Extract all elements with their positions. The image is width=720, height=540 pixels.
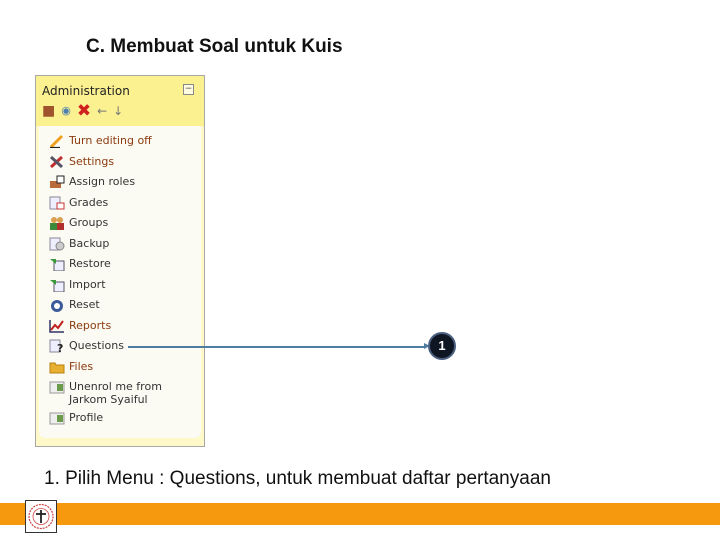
questions-icon: ? bbox=[49, 339, 65, 355]
administration-header: Administration − ■ ◉ ✖ ← ↓ bbox=[36, 76, 204, 126]
menu-item-files[interactable]: Files bbox=[39, 360, 201, 381]
menu-item-reports[interactable]: Reports bbox=[39, 319, 201, 340]
callout-number-badge: 1 bbox=[428, 332, 456, 360]
folder-icon bbox=[49, 360, 65, 374]
menu-item-import[interactable]: Import bbox=[39, 278, 201, 299]
groups-icon bbox=[49, 216, 65, 230]
menu-item-questions[interactable]: ? Questions bbox=[39, 339, 201, 360]
collapse-button[interactable]: − bbox=[183, 84, 194, 95]
eye-icon[interactable]: ◉ bbox=[61, 104, 71, 118]
slide-title: C. Membuat Soal untuk Kuis bbox=[86, 36, 343, 57]
assign-roles-icon[interactable]: ■ bbox=[42, 104, 55, 118]
administration-menu: Turn editing off Settings Assign roles G… bbox=[39, 126, 201, 438]
menu-item-assign-roles[interactable]: Assign roles bbox=[39, 175, 201, 196]
tools-icon bbox=[49, 155, 65, 169]
assign-roles-icon bbox=[49, 175, 65, 189]
callout-connector-line bbox=[128, 343, 430, 349]
menu-item-unenrol[interactable]: Unenrol me from Jarkom Syaiful bbox=[39, 380, 201, 411]
institution-logo bbox=[25, 500, 57, 533]
block-controls: ■ ◉ ✖ ← ↓ bbox=[42, 103, 123, 120]
user-card-icon bbox=[49, 411, 65, 425]
move-left-icon[interactable]: ← bbox=[97, 104, 107, 118]
grades-icon bbox=[49, 196, 65, 210]
menu-item-settings[interactable]: Settings bbox=[39, 155, 201, 176]
menu-item-grades[interactable]: Grades bbox=[39, 196, 201, 217]
menu-item-profile[interactable]: Profile bbox=[39, 411, 201, 432]
reset-icon bbox=[49, 298, 65, 312]
delete-icon[interactable]: ✖ bbox=[77, 103, 91, 120]
restore-icon bbox=[49, 257, 65, 272]
backup-icon bbox=[49, 237, 65, 251]
slide-caption: 1. Pilih Menu : Questions, untuk membuat… bbox=[44, 468, 551, 489]
svg-text:?: ? bbox=[57, 342, 63, 353]
move-down-icon[interactable]: ↓ bbox=[113, 104, 123, 118]
footer-accent-bar bbox=[0, 503, 720, 525]
menu-item-restore[interactable]: Restore bbox=[39, 257, 201, 278]
menu-item-groups[interactable]: Groups bbox=[39, 216, 201, 237]
menu-item-backup[interactable]: Backup bbox=[39, 237, 201, 258]
user-card-icon bbox=[49, 380, 65, 394]
menu-item-reset[interactable]: Reset bbox=[39, 298, 201, 319]
administration-block: Administration − ■ ◉ ✖ ← ↓ Turn editing … bbox=[35, 75, 205, 447]
import-icon bbox=[49, 278, 65, 292]
pencil-icon bbox=[49, 134, 65, 149]
menu-item-turn-editing-off[interactable]: Turn editing off bbox=[39, 134, 201, 155]
administration-title: Administration bbox=[42, 84, 130, 98]
reports-icon bbox=[49, 319, 65, 333]
